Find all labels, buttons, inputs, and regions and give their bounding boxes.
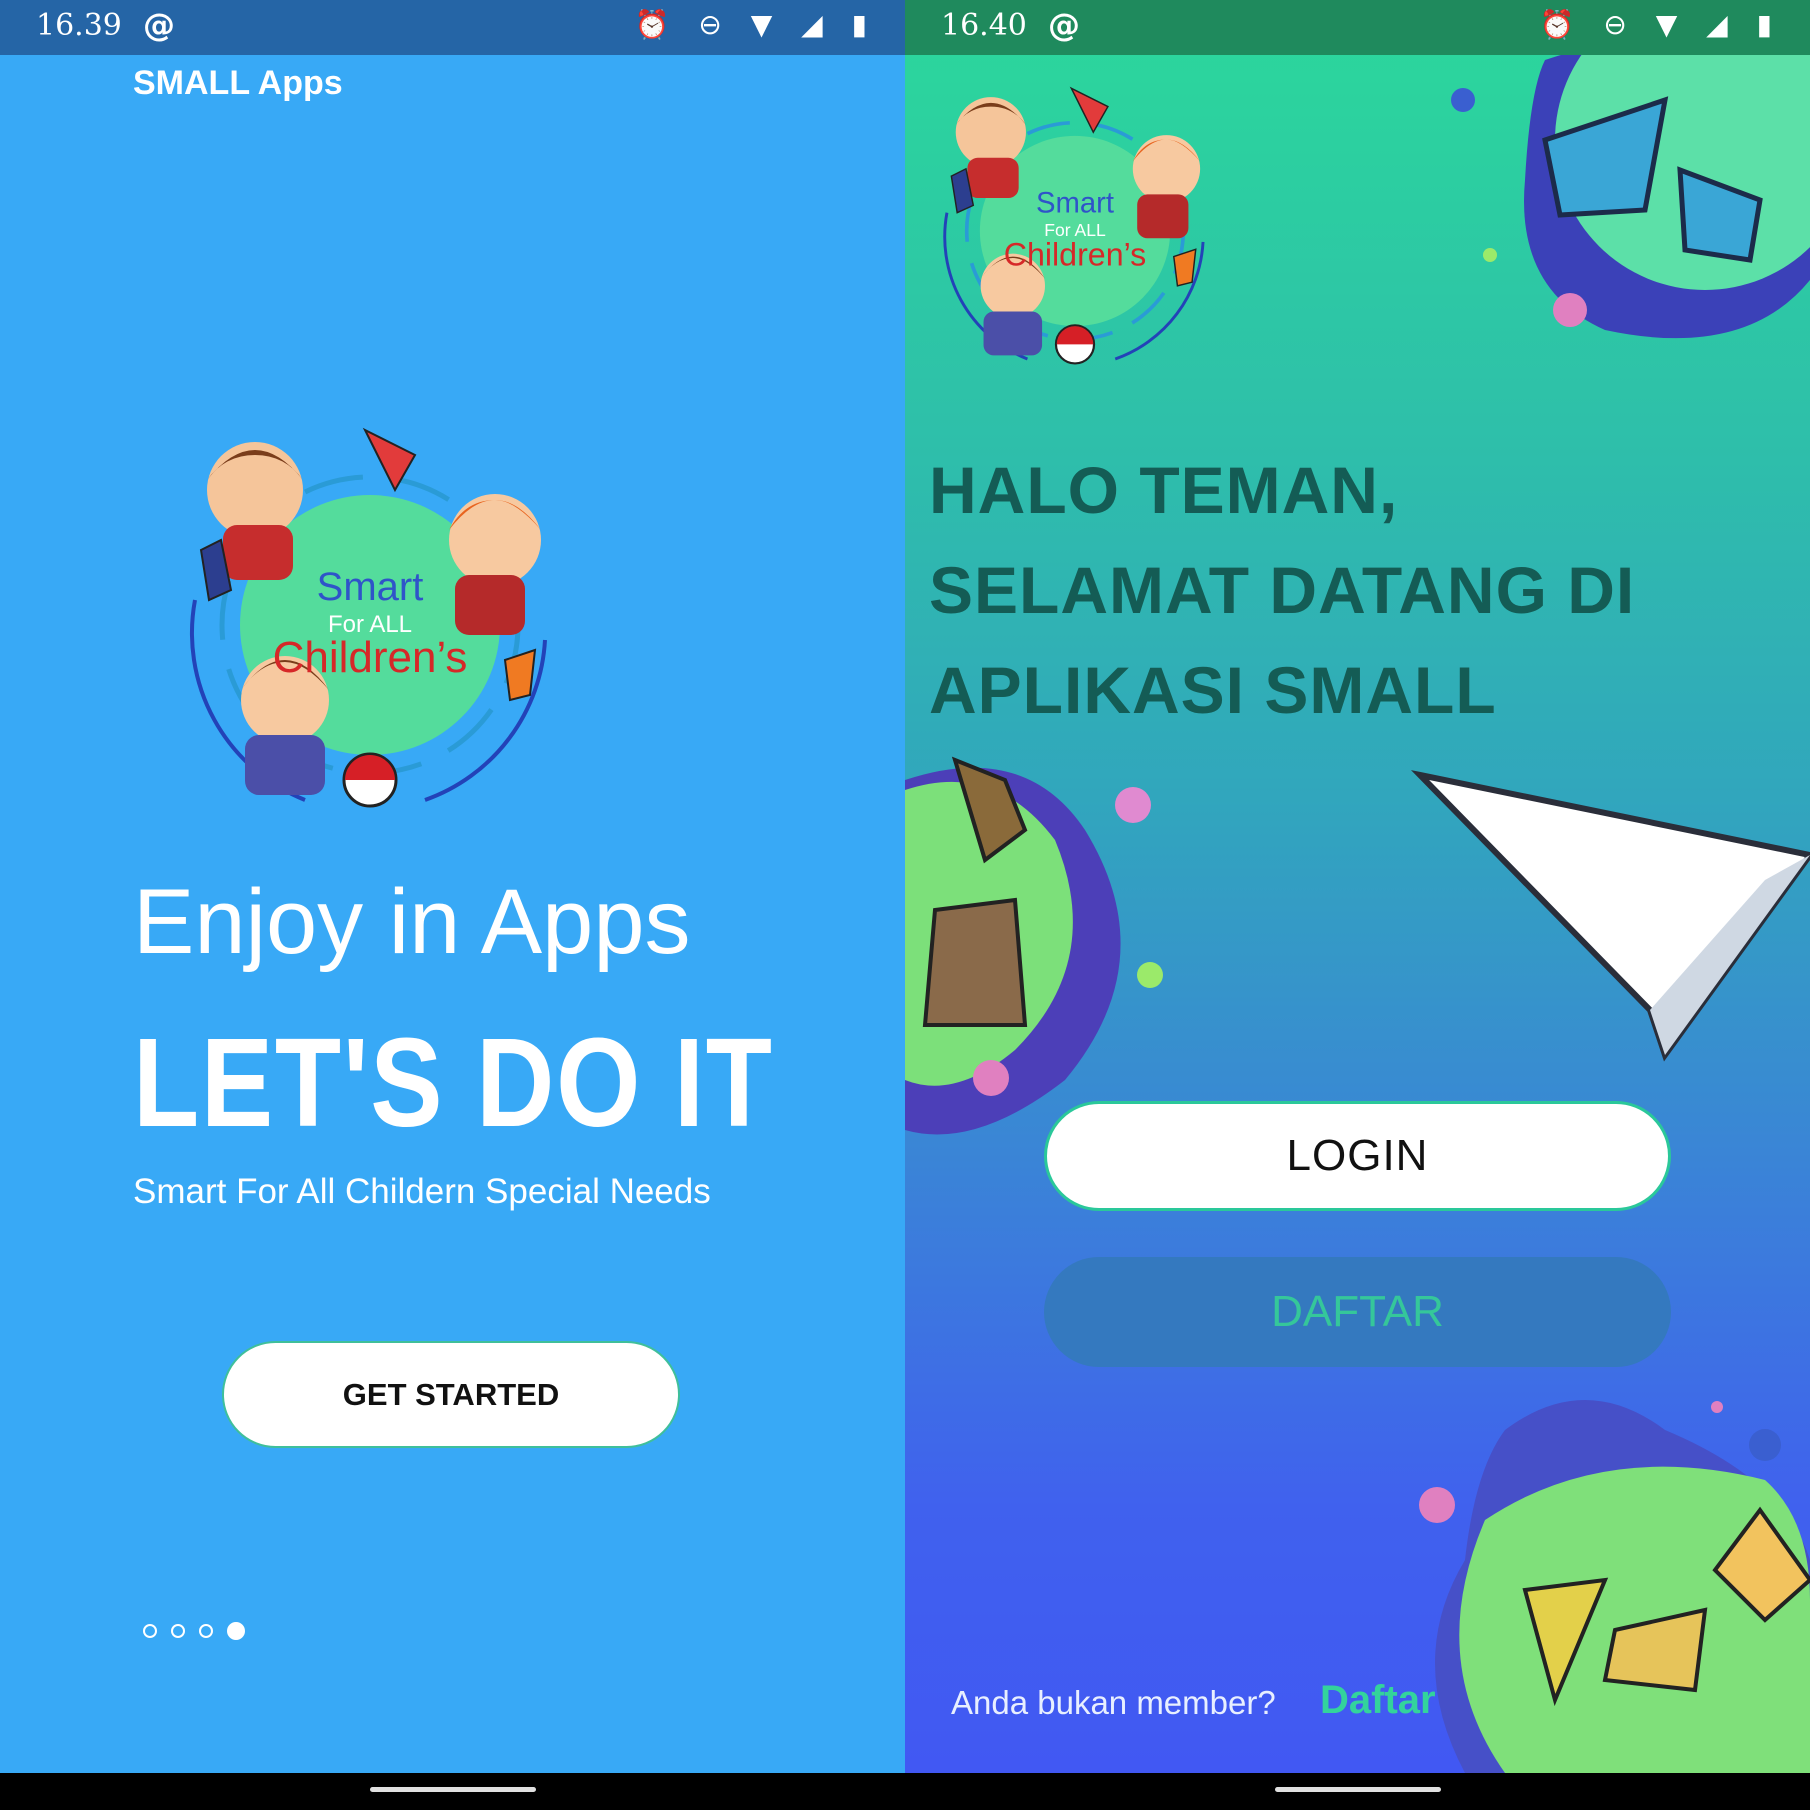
welcome-screen: 16.40 @ ⏰ ⊖ ▼ ◢ ▮ Smart For ALL Children… xyxy=(905,0,1810,1773)
smart-for-all-logo: Smart For ALL Children’s xyxy=(189,427,547,808)
page-dot[interactable] xyxy=(143,1624,157,1638)
welcome-heading-line: APLIKASI SMALL xyxy=(929,653,1497,727)
login-button[interactable]: LOGIN xyxy=(1044,1101,1671,1211)
page-dot[interactable] xyxy=(199,1624,213,1638)
smart-for-all-logo: Smart For ALL Children’s xyxy=(943,86,1205,365)
status-icons: ⏰ ⊖ ▼ ◢ ▮ xyxy=(1539,8,1782,41)
welcome-heading-line: SELAMAT DATANG DI xyxy=(929,553,1636,627)
status-bar: 16.39 @ ⏰ ⊖ ▼ ◢ ▮ xyxy=(0,0,905,55)
page-dot-active[interactable] xyxy=(227,1622,245,1640)
status-time: 16.39 xyxy=(36,8,122,43)
app-title: SMALL Apps xyxy=(133,64,343,102)
onboarding-screen: 16.39 @ ⏰ ⊖ ▼ ◢ ▮ SMALL Apps Smart For A… xyxy=(0,0,905,1773)
logo-text-smart: Smart xyxy=(317,565,424,609)
page-indicator xyxy=(143,1622,245,1640)
headline-lets-do-it: LET'S DO IT xyxy=(133,1012,774,1153)
status-icons: ⏰ ⊖ ▼ ◢ ▮ xyxy=(634,8,877,41)
logo-text-childrens: Children’s xyxy=(1004,236,1147,272)
page-dot[interactable] xyxy=(171,1624,185,1638)
home-gesture-handle[interactable] xyxy=(1275,1787,1441,1792)
logo-text-smart: Smart xyxy=(1036,188,1114,220)
status-time: 16.40 xyxy=(941,8,1027,43)
get-started-button[interactable]: GET STARTED xyxy=(222,1341,680,1448)
home-gesture-handle[interactable] xyxy=(370,1787,536,1792)
register-link[interactable]: Daftar xyxy=(1320,1678,1436,1723)
logo-text-childrens: Children’s xyxy=(273,633,468,682)
not-member-prompt: Anda bukan member? xyxy=(951,1684,1276,1721)
register-button[interactable]: DAFTAR xyxy=(1044,1257,1671,1367)
welcome-heading-line: HALO TEMAN, xyxy=(929,453,1399,527)
welcome-heading: HALO TEMAN, SELAMAT DATANG DI APLIKASI S… xyxy=(929,440,1809,740)
at-sign-icon: @ xyxy=(143,6,175,44)
tagline: Smart For All Childern Special Needs xyxy=(133,1172,711,1211)
headline-enjoy: Enjoy in Apps xyxy=(133,871,691,973)
at-sign-icon: @ xyxy=(1048,6,1080,44)
status-bar: 16.40 @ ⏰ ⊖ ▼ ◢ ▮ xyxy=(905,0,1810,55)
navigation-bar xyxy=(0,1773,1810,1810)
